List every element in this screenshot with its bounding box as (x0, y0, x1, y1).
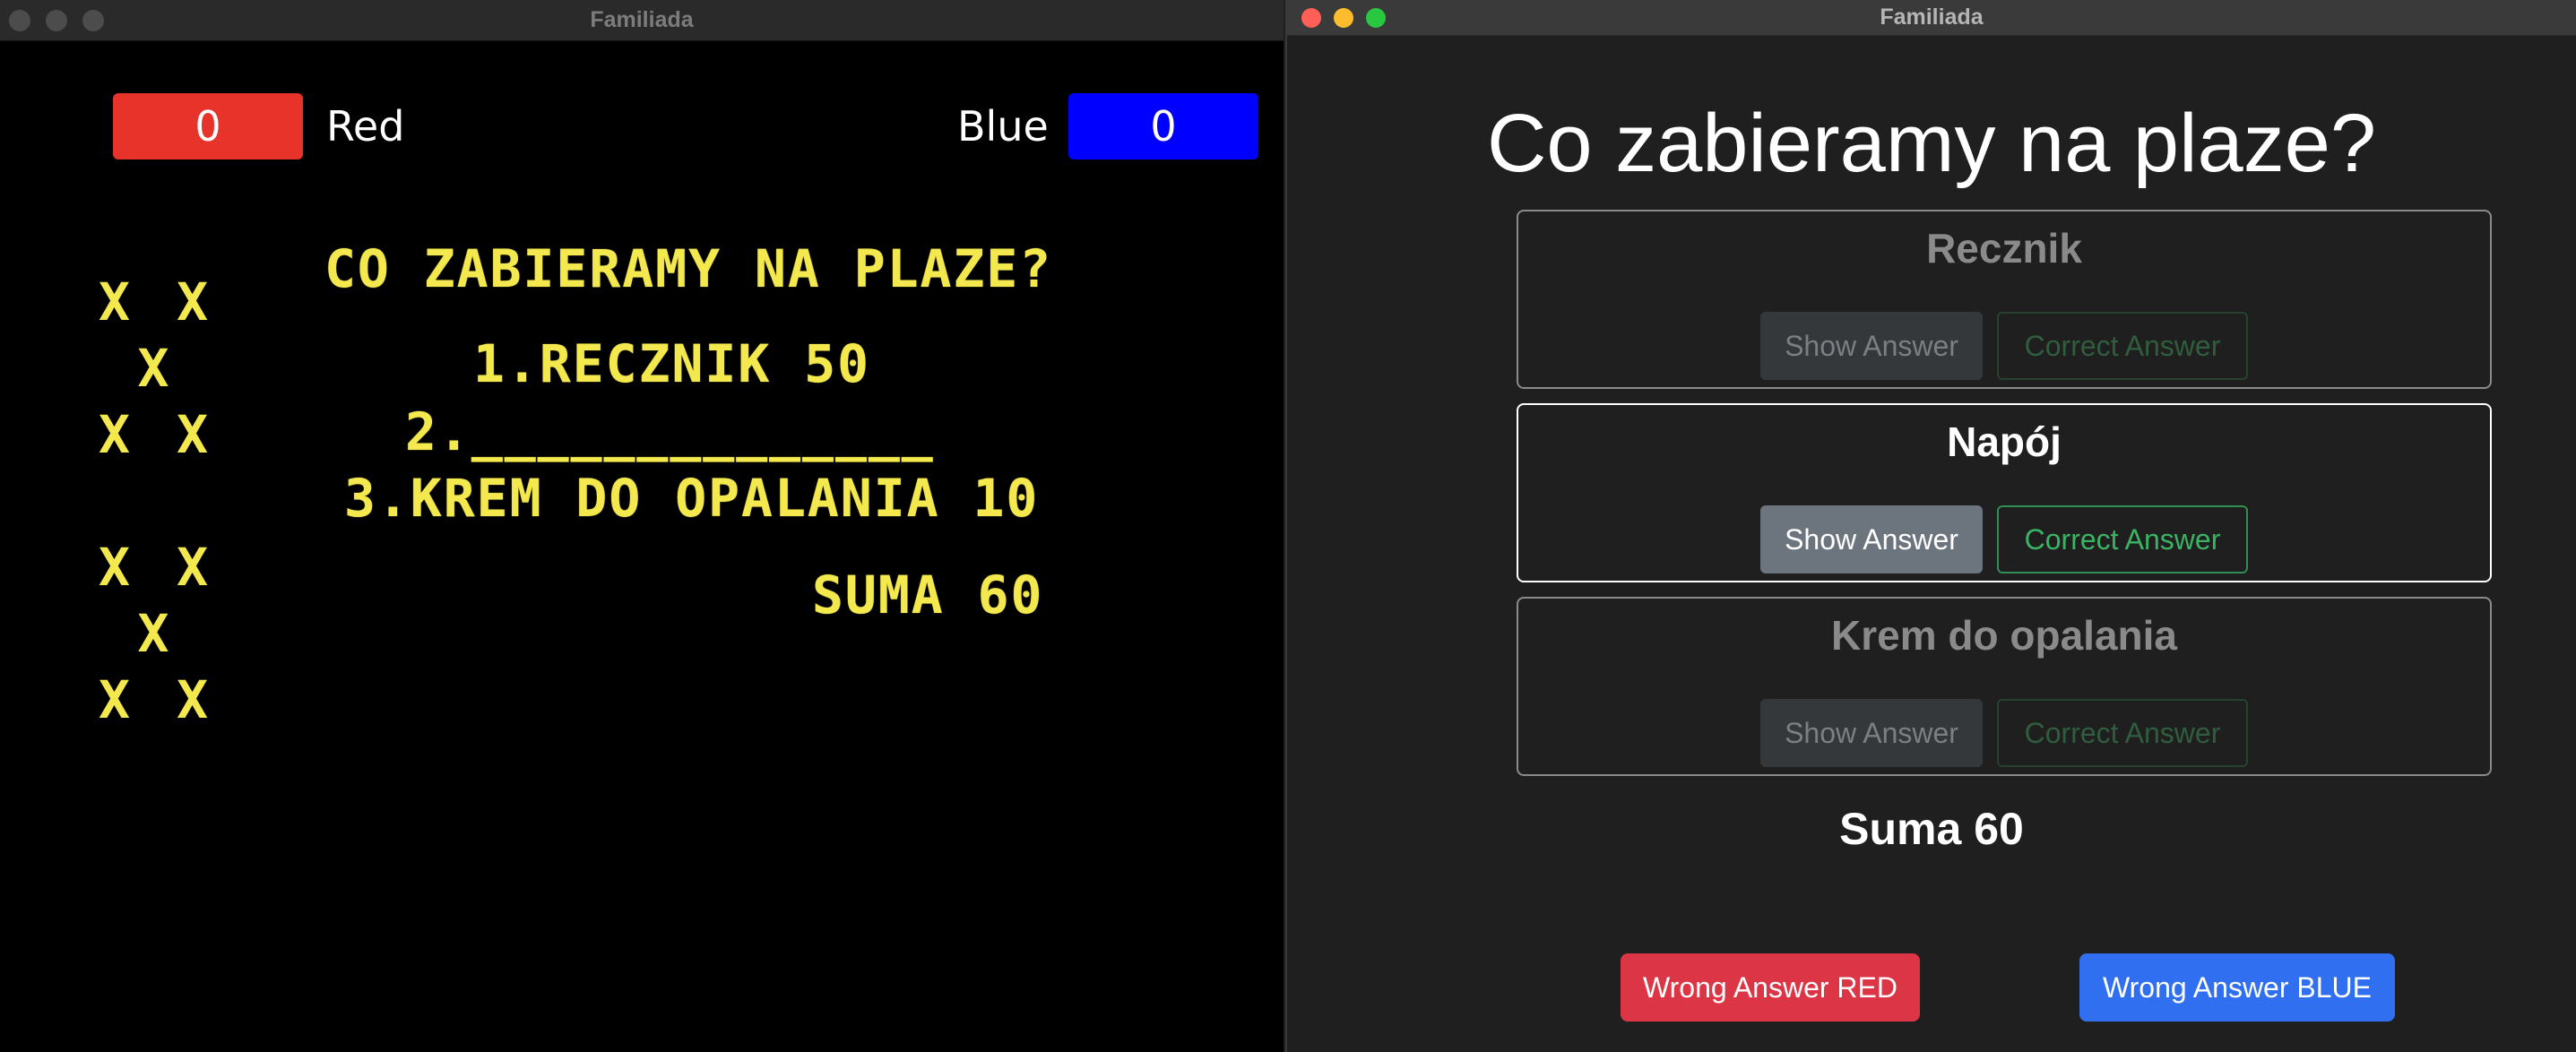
strike-mark: X (99, 272, 130, 332)
window-title: Familiada (590, 7, 694, 32)
strike-mark: X (177, 537, 208, 598)
show-answer-button[interactable]: Show Answer (1760, 312, 1983, 380)
zoom-button[interactable] (1366, 7, 1386, 28)
minimize-button[interactable] (46, 9, 67, 31)
window-controls (9, 0, 104, 40)
board-answer-row: 2.______________ (405, 401, 935, 462)
strike-mark: X (177, 669, 208, 730)
board-answer-row: 1.RECZNIK 50 (473, 333, 871, 394)
answer-card: Napój Show Answer Correct Answer (1517, 403, 2492, 582)
strike-mark: X (177, 272, 208, 332)
display-titlebar: Familiada (0, 0, 1284, 41)
close-button[interactable] (1301, 7, 1321, 28)
strike-mark: X (177, 404, 208, 465)
answer-name: Napój (1947, 418, 2062, 465)
answer-card: Recznik Show Answer Correct Answer (1517, 210, 2492, 389)
blue-score: 0 (1068, 93, 1258, 160)
strike-mark: X (99, 669, 130, 730)
strike-mark: X (99, 404, 130, 465)
blue-team-label: Blue (957, 102, 1049, 151)
control-titlebar: Familiada (1287, 0, 2576, 36)
answer-name: Recznik (1926, 225, 2082, 272)
sum-label: Suma 60 (1839, 804, 2024, 854)
correct-answer-button[interactable]: Correct Answer (1997, 312, 2248, 380)
window-title: Familiada (1880, 4, 1984, 30)
board-answer-row: 3.KREM DO OPALANIA 10 (344, 468, 1040, 529)
strike-mark: X (99, 537, 130, 598)
answer-name: Krem do opalania (1831, 612, 2177, 659)
control-window: Familiada Co zabieramy na plaze? Recznik… (1285, 0, 2576, 1052)
display-window: Familiada 0 Red Blue 0 CO ZABIERAMY NA P… (0, 0, 1284, 1052)
wrong-answer-red-button[interactable]: Wrong Answer RED (1621, 953, 1920, 1022)
board-sum: SUMA 60 (812, 565, 1044, 625)
answer-card: Krem do opalania Show Answer Correct Ans… (1517, 597, 2492, 776)
strike-big-x: XX X XX (99, 534, 208, 733)
question-title: Co zabieramy na plaze? (1486, 98, 2377, 189)
show-answer-button[interactable]: Show Answer (1760, 699, 1983, 767)
show-answer-button[interactable]: Show Answer (1760, 505, 1983, 573)
strike-big-x: XX X XX (99, 269, 208, 468)
red-team-label: Red (326, 102, 405, 151)
window-controls (1301, 0, 1386, 35)
strike-mark: X (137, 338, 169, 399)
strike-mark: X (137, 603, 169, 664)
correct-answer-button[interactable]: Correct Answer (1997, 505, 2248, 573)
zoom-button[interactable] (82, 9, 104, 31)
correct-answer-button[interactable]: Correct Answer (1997, 699, 2248, 767)
wrong-answer-blue-button[interactable]: Wrong Answer BLUE (2079, 953, 2395, 1022)
minimize-button[interactable] (1334, 7, 1353, 28)
close-button[interactable] (9, 9, 30, 31)
red-score: 0 (113, 93, 303, 160)
board-question: CO ZABIERAMY NA PLAZE? (324, 238, 1053, 299)
